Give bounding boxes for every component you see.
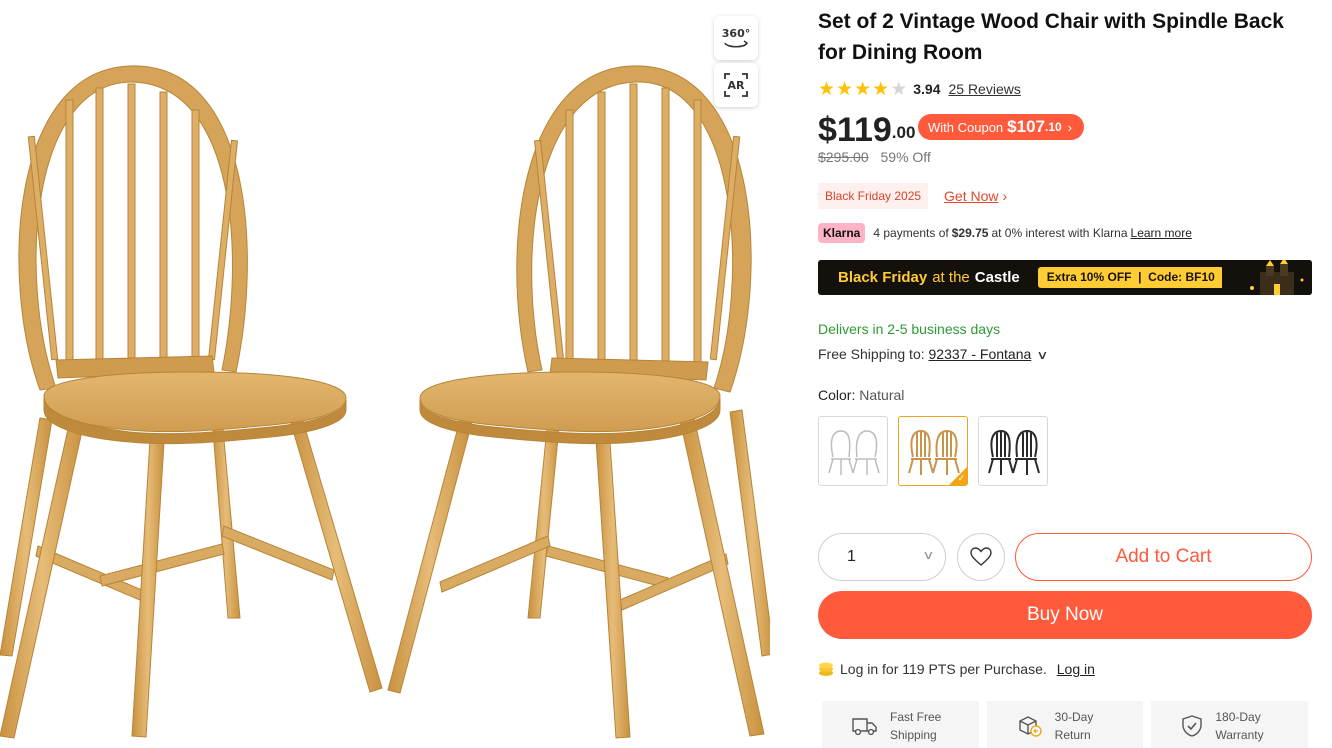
perk-line2: Shipping [890,728,937,742]
chair-right [387,65,770,739]
product-image[interactable] [0,0,770,748]
color-selected-value: Natural [859,387,905,403]
rating-row: ★ ★ ★ ★ ★ 3.94 25 Reviews [818,78,1021,100]
klarna-logo: Klarna [818,223,866,243]
banner-word-3: Castle [974,269,1020,286]
rating-value: 3.94 [913,81,941,97]
coins-icon [819,662,833,676]
reviews-link[interactable]: 25 Reviews [948,81,1020,97]
shipping-location-link[interactable]: 92337 - Fontana [929,346,1032,362]
points-text: Log in for 119 PTS per Purchase. [840,661,1047,677]
shield-check-icon [1182,715,1203,737]
coupon-price-cents: .10 [1044,120,1062,134]
color-swatch-natural[interactable]: ✓ [898,416,968,486]
product-gallery: 360° AR [0,0,770,748]
product-title: Set of 2 Vintage Wood Chair with Spindle… [818,10,1284,64]
star-icon: ★ [836,78,854,100]
color-swatch-black[interactable] [978,416,1048,486]
perk-line2: Warranty [1215,728,1264,742]
perk-line1: 30-Day [1054,710,1094,724]
klarna-row: Klarna 4 payments of $29.75 at 0% intere… [818,222,1192,244]
original-price-row: $295.00 59% Off [818,149,931,165]
buy-now-button[interactable]: Buy Now [818,591,1312,639]
banner-word-2: at the [932,269,970,286]
star-icon: ★ [818,78,836,100]
black-friday-banner[interactable]: Black Friday at the Castle Extra 10% OFF… [818,260,1312,295]
price-row: $119 .00 With Coupon $107 .10 › [818,106,1085,150]
banner-code: Extra 10% OFF | Code: BF10 [1037,267,1224,288]
chair-left [0,65,383,739]
chevron-down-icon[interactable]: ∨ [1036,348,1048,362]
klarna-learn-more-link[interactable]: Learn more [1131,226,1192,240]
swatch-thumbnail [988,429,1040,475]
quantity-value: 1 [847,548,856,565]
banner-word-1: Black Friday [838,269,928,286]
login-link[interactable]: Log in [1057,661,1095,677]
perk-line2: Return [1054,728,1091,742]
view-ar-label: AR [727,78,745,92]
color-swatch-white[interactable] [818,416,888,486]
perk-line1: Fast Free [890,710,942,724]
return-box-icon [1018,716,1042,737]
klarna-text-before: 4 payments of [873,226,949,240]
coupon-price: $107 [1007,117,1045,136]
klarna-text-after: at 0% interest with Klarna [991,226,1128,240]
promo-tag: Black Friday 2025 [818,183,929,209]
view-360-button[interactable]: 360° [714,16,758,60]
perk-30-day-return: 30-Day Return [986,701,1144,748]
add-to-cart-button[interactable]: Add to Cart [1015,533,1312,581]
shipping-label: Free Shipping to: [818,346,925,362]
sale-price: $119 [818,111,892,149]
wishlist-button[interactable] [957,533,1005,581]
color-label-row: Color: Natural [818,387,904,403]
coupon-badge[interactable]: With Coupon $107 .10 › [918,114,1085,140]
color-swatches: ✓ [818,416,1048,486]
star-icon: ★ [854,78,872,100]
coupon-prefix: With Coupon [928,119,1004,135]
star-icon: ★ [872,78,890,100]
check-icon: ✓ [957,473,965,483]
purchase-actions: 1 ∨ Add to Cart [818,533,1312,581]
perk-fast-free-shipping: Fast Free Shipping [822,701,979,748]
quantity-select[interactable]: 1 ∨ [818,533,946,581]
chevron-right-icon: › [1002,188,1008,204]
promo-row: Black Friday 2025 Get Now › [818,183,1007,209]
chevron-right-icon: › [1067,119,1073,135]
discount-percent: 59% Off [880,149,931,165]
truck-icon [852,718,877,736]
swatch-thumbnail [828,430,880,475]
heart-icon [970,547,992,566]
perk-line1: 180-Day [1215,710,1261,724]
perk-180-day-warranty: 180-Day Warranty [1151,701,1309,748]
color-label: Color: [818,387,856,403]
original-price: $295.00 [818,149,869,165]
shipping-row: Free Shipping to: 92337 - Fontana ∨ [818,346,1049,362]
star-empty-icon: ★ [890,78,908,100]
get-now-label: Get Now [944,188,999,204]
castle-icon [1222,260,1312,295]
points-row: Log in for 119 PTS per Purchase. Log in [818,659,1095,679]
klarna-amount: $29.75 [951,226,989,240]
product-info-panel: Set of 2 Vintage Wood Chair with Spindle… [818,0,1312,748]
rating-stars: ★ ★ ★ ★ ★ [818,80,907,99]
perks-row: Fast Free Shipping 30-Day Return 180-Day [822,701,1309,748]
view-360-label: 360° [721,26,751,40]
chevron-down-icon: ∨ [922,548,935,562]
get-now-link[interactable]: Get Now [944,188,998,204]
view-ar-button[interactable]: AR [714,63,758,107]
sale-price-cents: .00 [891,123,916,142]
delivery-estimate: Delivers in 2-5 business days [818,321,1001,337]
